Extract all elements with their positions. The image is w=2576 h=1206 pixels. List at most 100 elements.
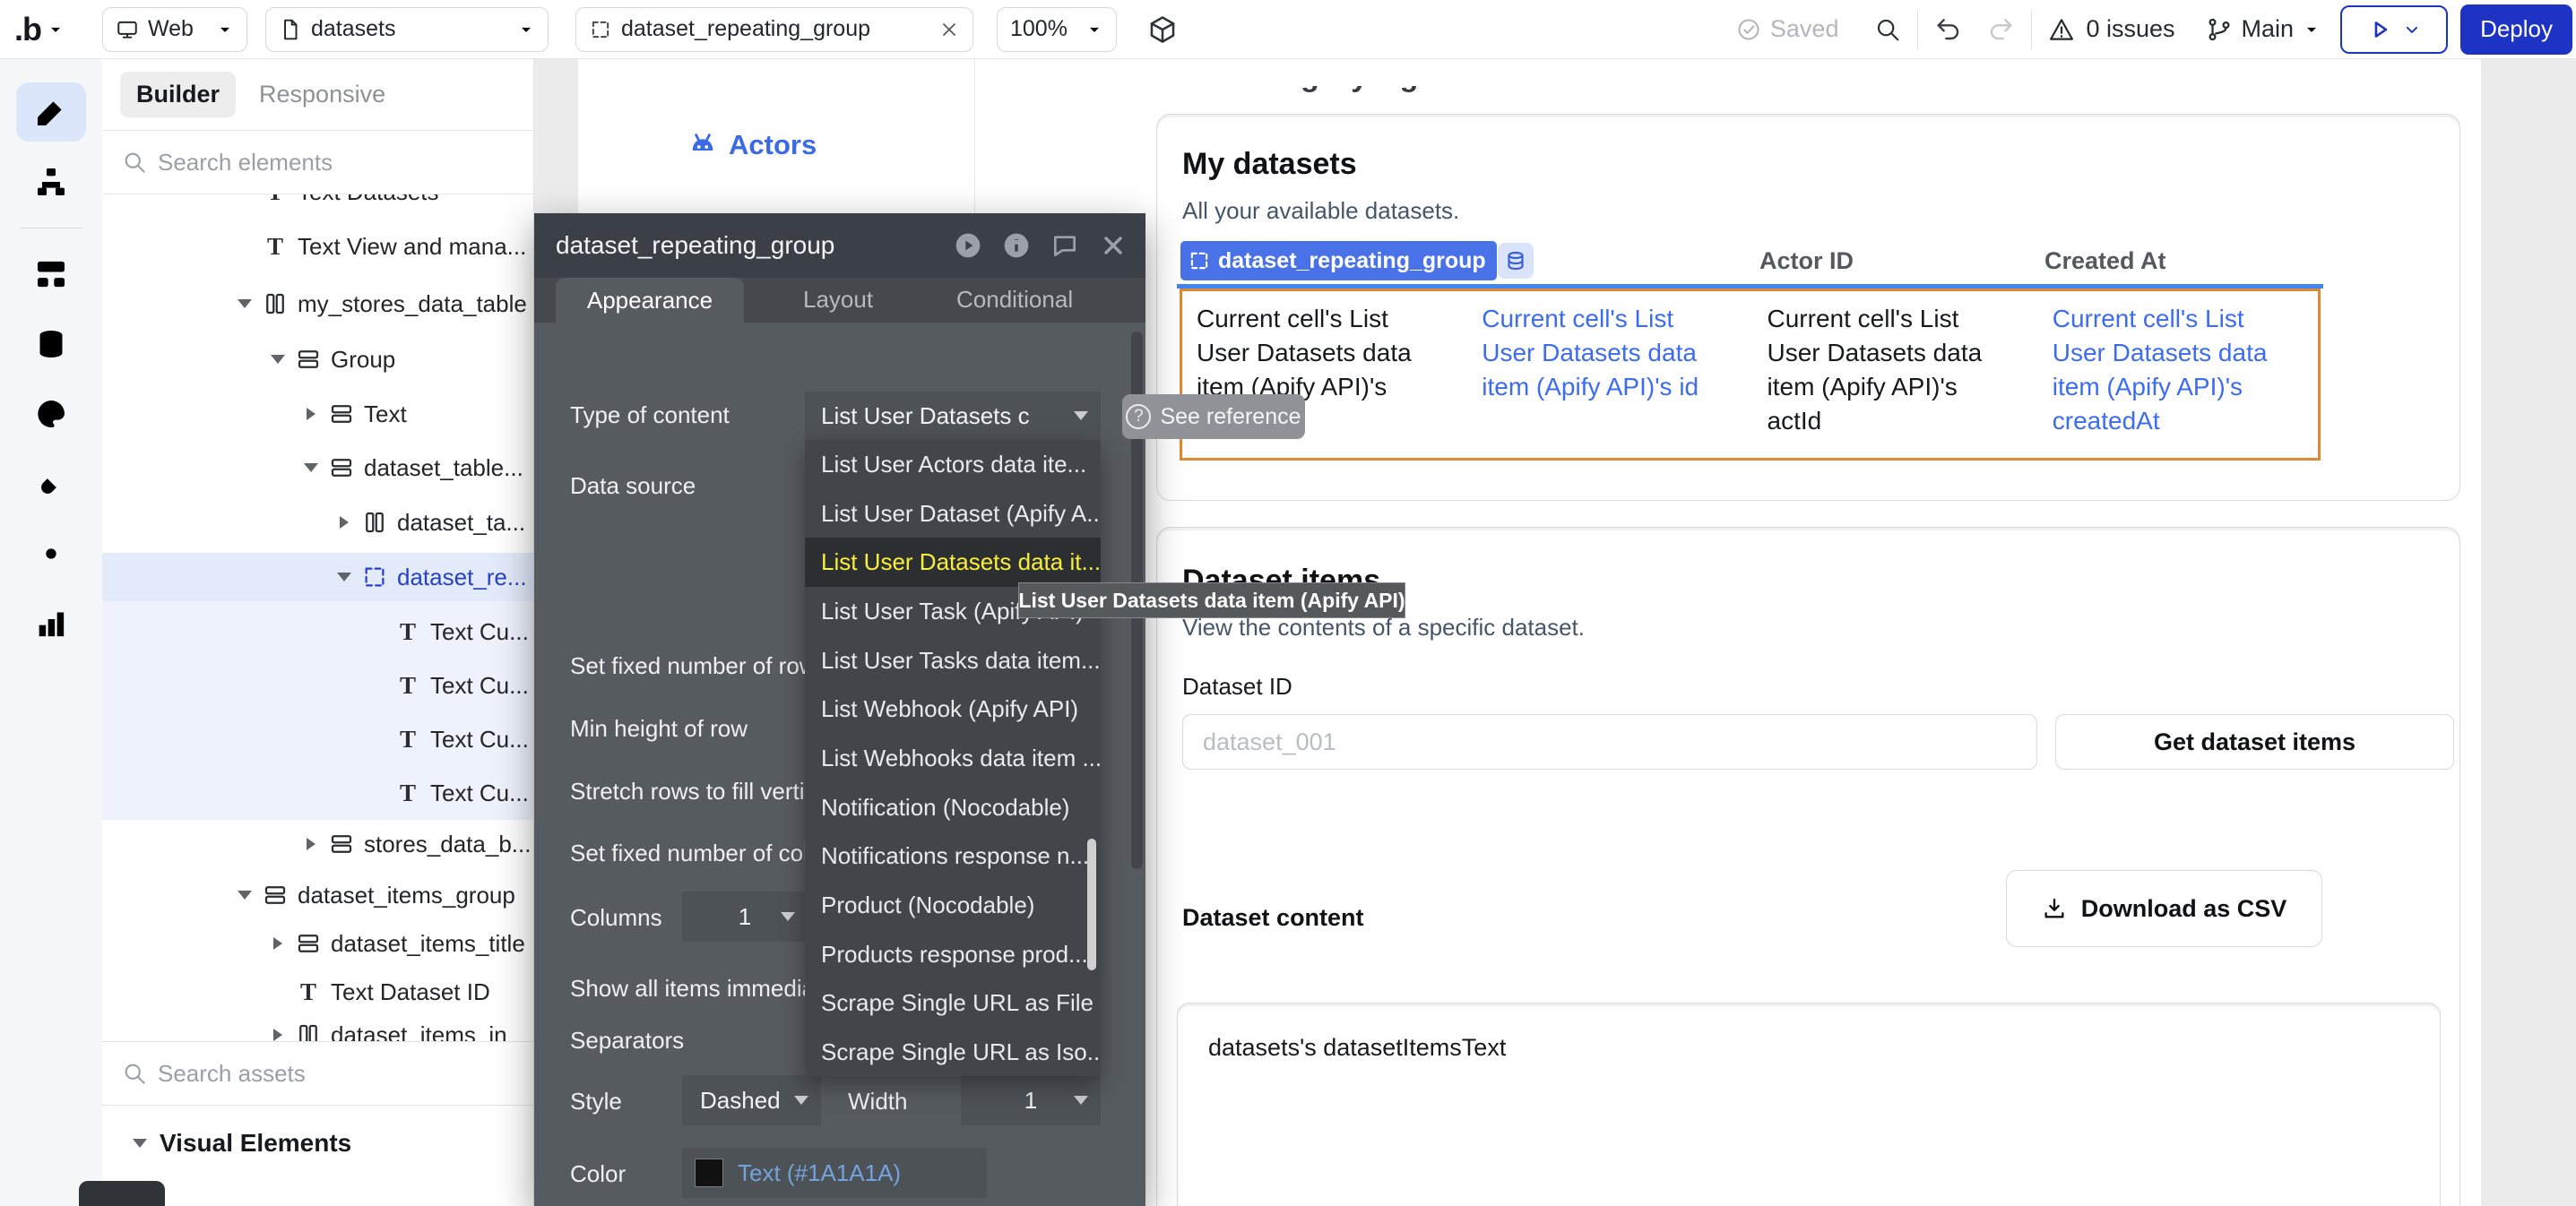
color-picker[interactable]: Text (#1A1A1A) [682, 1148, 987, 1198]
tree-item[interactable]: TText Dataset ID [102, 968, 533, 1016]
redo-icon[interactable] [1986, 15, 2015, 44]
property-editor[interactable]: dataset_repeating_group Appearance Layou… [534, 213, 1145, 1206]
style-select[interactable]: Dashed [682, 1075, 821, 1125]
tree-item[interactable]: dataset_items_in [102, 1011, 533, 1041]
preview-button[interactable] [2340, 5, 2448, 54]
dropdown-option[interactable]: Notification (Nocodable) [805, 783, 1101, 832]
undo-icon[interactable] [1934, 15, 1963, 44]
tree-item[interactable]: dataset_ta... [102, 498, 533, 547]
component-library-icon[interactable] [1147, 14, 1178, 45]
type-of-content-dropdown[interactable]: List User Actors data ite... List User D… [805, 440, 1101, 1076]
my-datasets-card: My datasets All your available datasets.… [1156, 114, 2460, 501]
caret-open-icon[interactable] [233, 299, 256, 308]
tab-appearance[interactable]: Appearance [556, 278, 744, 323]
tab-layout[interactable]: Layout [803, 286, 873, 314]
caret-open-icon[interactable] [299, 463, 323, 472]
dropdown-option[interactable]: Notifications response n... [805, 832, 1101, 882]
download-csv-button[interactable]: Download as CSV [2006, 870, 2322, 947]
search-elements[interactable]: Search elements [102, 131, 533, 194]
columns-label: Columns [570, 904, 662, 932]
caret-closed-icon[interactable] [299, 408, 323, 420]
tree-item[interactable]: TText View and mana... [102, 222, 533, 271]
dropdown-option[interactable]: List Webhook (Apify API) [805, 685, 1101, 734]
dropdown-option[interactable]: Scrape Single URL as File ... [805, 979, 1101, 1029]
tree-item[interactable]: dataset_items_title [102, 919, 533, 968]
cell-act-id[interactable]: Current cell's List User Datasets data i… [1768, 302, 2018, 447]
tab-responsive[interactable]: Responsive [259, 81, 385, 108]
branch-selector[interactable]: Main [2206, 15, 2321, 43]
tab-conditional[interactable]: Conditional [956, 286, 1073, 314]
dropdown-option[interactable]: Products response prod... [805, 930, 1101, 979]
preview-element-icon[interactable] [954, 231, 982, 260]
caret-closed-icon[interactable] [299, 838, 323, 850]
close-icon[interactable] [938, 19, 960, 40]
repeating-group-cells[interactable]: Current cell's List User Datasets data i… [1180, 289, 2321, 461]
tab-builder[interactable]: Builder [120, 72, 236, 117]
property-editor-header[interactable]: dataset_repeating_group [534, 213, 1145, 278]
search-icon[interactable] [1874, 16, 1901, 43]
settings-gear-icon[interactable] [33, 536, 69, 572]
cell-id[interactable]: Current cell's List User Datasets data i… [1482, 302, 1733, 447]
page-selector[interactable]: datasets [265, 7, 549, 52]
see-reference-button[interactable]: ? See reference [1122, 394, 1305, 439]
info-icon[interactable] [1002, 231, 1031, 260]
tree-item[interactable]: TText Cu... [102, 715, 533, 763]
tree-item[interactable]: my_stores_data_table [102, 280, 533, 328]
hint-pill[interactable] [79, 1181, 165, 1206]
deploy-button[interactable]: Deploy [2460, 4, 2572, 55]
caret-closed-icon[interactable] [266, 937, 290, 950]
type-of-content-select[interactable]: List User Datasets c [805, 392, 1101, 440]
width-select[interactable]: 1 [961, 1075, 1101, 1125]
columns-select[interactable]: 1 [682, 892, 808, 942]
comment-icon[interactable] [1050, 231, 1079, 260]
dropdown-scrollbar[interactable] [1087, 839, 1096, 970]
logo-chevron-icon[interactable] [47, 21, 65, 39]
dataset-id-input[interactable]: dataset_001 [1182, 714, 2037, 770]
tree-item[interactable]: Group [102, 335, 533, 383]
tree-item[interactable]: stores_data_b... [102, 820, 533, 868]
tree-item[interactable]: TText Cu... [102, 607, 533, 656]
database-icon[interactable] [33, 326, 69, 362]
caret-closed-icon[interactable] [266, 1029, 290, 1041]
selected-element-badge[interactable]: dataset_repeating_group [1180, 241, 1497, 280]
tree-item-selected[interactable]: dataset_re... [102, 553, 533, 601]
tree-item[interactable]: dataset_items_group [102, 871, 533, 919]
close-icon[interactable] [1099, 231, 1128, 260]
tree-item[interactable]: Text [102, 390, 533, 438]
workflow-icon[interactable] [33, 256, 69, 292]
styles-palette-icon[interactable] [33, 396, 69, 432]
data-source-chip[interactable] [1498, 243, 1534, 279]
dropdown-option-highlighted[interactable]: List User Datasets data it... [805, 538, 1101, 587]
caret-open-icon[interactable] [333, 573, 356, 581]
tree-item[interactable]: TText Datasets [102, 194, 533, 216]
design-tab[interactable] [16, 82, 86, 142]
caret-closed-icon[interactable] [333, 516, 356, 529]
dropdown-option[interactable]: List User Dataset (Apify A... [805, 489, 1101, 538]
pages-hierarchy-icon[interactable] [33, 164, 69, 200]
dropdown-option[interactable]: List User Tasks data item... [805, 636, 1101, 685]
plugins-icon[interactable] [33, 466, 69, 502]
caret-open-icon[interactable] [266, 355, 290, 364]
visual-elements-section[interactable]: Visual Elements [102, 1106, 533, 1158]
search-assets[interactable]: Search assets [102, 1041, 533, 1106]
tree-item[interactable]: TText Cu... [102, 661, 533, 710]
tree-item[interactable]: dataset_table... [102, 444, 533, 492]
dropdown-option[interactable]: Scrape Single URL as Iso... [805, 1028, 1101, 1076]
dropdown-option[interactable]: Product (Nocodable) [805, 881, 1101, 930]
dataset-content-box[interactable]: datasets's datasetItemsText [1177, 1003, 2441, 1206]
dropdown-option[interactable]: List Webhooks data item ... [805, 734, 1101, 783]
element-tab[interactable]: dataset_repeating_group [575, 7, 973, 52]
text-element-icon: T [394, 726, 421, 754]
zoom-level: 100% [1010, 16, 1068, 42]
zoom-selector[interactable]: 100% [997, 7, 1117, 52]
cell-created-at[interactable]: Current cell's List User Datasets data i… [2053, 302, 2304, 447]
get-dataset-items-button[interactable]: Get dataset items [2055, 714, 2454, 770]
tree-item[interactable]: TText Cu... [102, 769, 533, 817]
bubble-logo[interactable]: .b [14, 11, 41, 48]
actors-nav-item[interactable]: Actors [688, 129, 817, 161]
dropdown-option[interactable]: List User Actors data ite... [805, 440, 1101, 489]
issues-indicator[interactable]: 0 issues [2048, 15, 2174, 43]
device-selector[interactable]: Web [102, 7, 247, 52]
logs-chart-icon[interactable] [33, 606, 69, 642]
caret-open-icon[interactable] [233, 891, 256, 900]
